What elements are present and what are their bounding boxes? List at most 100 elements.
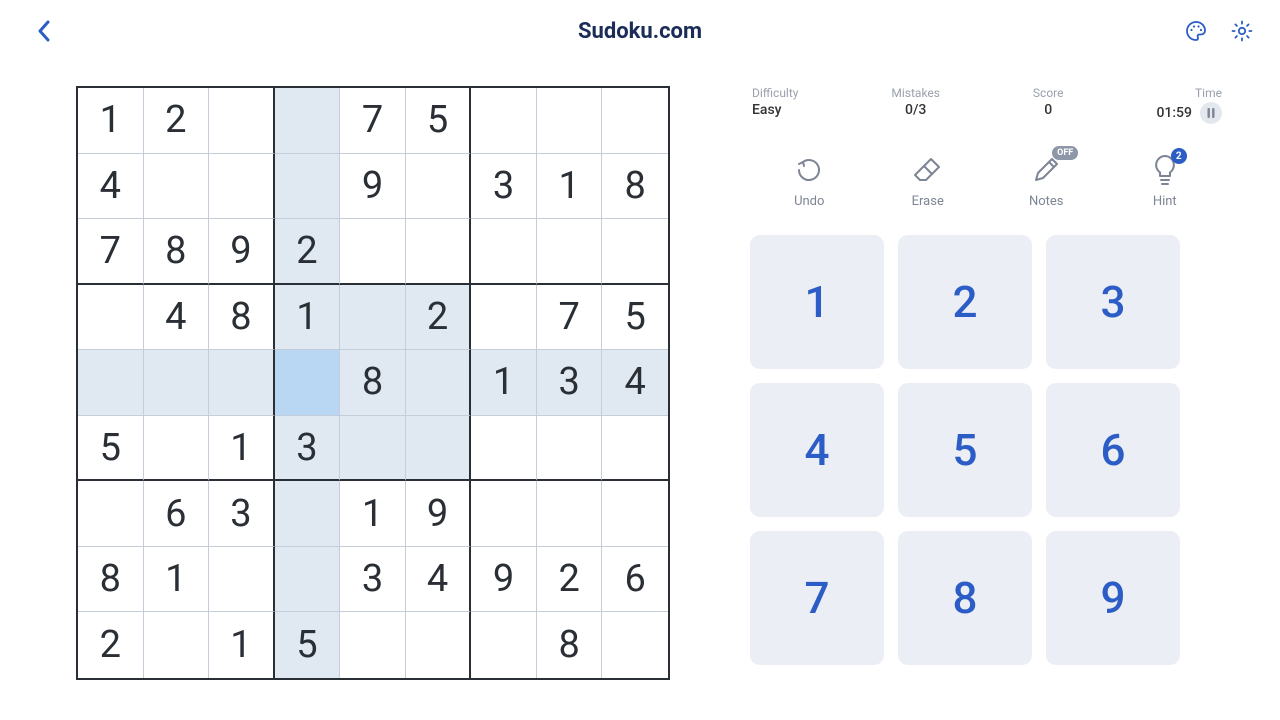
numpad-key-3[interactable]: 3 xyxy=(1046,235,1180,369)
erase-button[interactable]: Erase xyxy=(888,152,968,209)
sudoku-cell[interactable] xyxy=(602,88,668,154)
sudoku-cell[interactable]: 1 xyxy=(209,612,275,678)
sudoku-cell[interactable]: 5 xyxy=(78,416,144,482)
sudoku-cell[interactable]: 5 xyxy=(602,285,668,351)
sudoku-cell[interactable]: 9 xyxy=(406,481,472,547)
sudoku-cell[interactable]: 7 xyxy=(537,285,603,351)
sudoku-cell[interactable] xyxy=(209,547,275,613)
sudoku-cell[interactable] xyxy=(275,547,341,613)
sudoku-cell[interactable] xyxy=(406,612,472,678)
sudoku-cell[interactable]: 4 xyxy=(78,154,144,220)
sudoku-cell[interactable] xyxy=(340,285,406,351)
notes-button[interactable]: OFF Notes xyxy=(1006,152,1086,209)
sudoku-cell[interactable] xyxy=(275,88,341,154)
sudoku-cell[interactable]: 2 xyxy=(144,88,210,154)
sudoku-cell[interactable]: 8 xyxy=(144,219,210,285)
sudoku-cell[interactable] xyxy=(209,154,275,220)
sudoku-cell[interactable]: 3 xyxy=(471,154,537,220)
stat-score: Score 0 xyxy=(1033,86,1064,118)
numpad-key-4[interactable]: 4 xyxy=(750,383,884,517)
sudoku-cell[interactable]: 1 xyxy=(275,285,341,351)
numpad-key-8[interactable]: 8 xyxy=(898,531,1032,665)
hint-button[interactable]: 2 Hint xyxy=(1125,152,1205,209)
sudoku-cell[interactable] xyxy=(471,416,537,482)
sudoku-cell[interactable]: 8 xyxy=(340,350,406,416)
sudoku-cell[interactable]: 1 xyxy=(209,416,275,482)
numpad-key-6[interactable]: 6 xyxy=(1046,383,1180,517)
sudoku-cell[interactable] xyxy=(275,350,341,416)
sudoku-cell[interactable]: 9 xyxy=(340,154,406,220)
sudoku-cell[interactable] xyxy=(471,285,537,351)
sudoku-cell[interactable] xyxy=(144,612,210,678)
sudoku-cell[interactable]: 5 xyxy=(275,612,341,678)
sudoku-cell[interactable] xyxy=(406,350,472,416)
sudoku-cell[interactable] xyxy=(78,481,144,547)
sudoku-cell[interactable]: 2 xyxy=(275,219,341,285)
sudoku-cell[interactable] xyxy=(275,154,341,220)
sudoku-cell[interactable] xyxy=(602,219,668,285)
sudoku-cell[interactable]: 1 xyxy=(537,154,603,220)
sudoku-cell[interactable]: 4 xyxy=(144,285,210,351)
sudoku-cell[interactable] xyxy=(471,481,537,547)
sudoku-cell[interactable] xyxy=(602,481,668,547)
sudoku-cell[interactable] xyxy=(340,416,406,482)
sudoku-cell[interactable] xyxy=(471,612,537,678)
sudoku-cell[interactable] xyxy=(406,219,472,285)
sudoku-cell[interactable]: 3 xyxy=(209,481,275,547)
sudoku-cell[interactable] xyxy=(537,481,603,547)
sudoku-cell[interactable]: 8 xyxy=(537,612,603,678)
sudoku-cell[interactable] xyxy=(275,481,341,547)
sudoku-cell[interactable]: 2 xyxy=(406,285,472,351)
sudoku-cell[interactable]: 8 xyxy=(209,285,275,351)
pause-button[interactable] xyxy=(1200,102,1222,124)
sudoku-cell[interactable]: 4 xyxy=(406,547,472,613)
sudoku-cell[interactable]: 9 xyxy=(209,219,275,285)
sudoku-cell[interactable] xyxy=(209,350,275,416)
numpad-key-2[interactable]: 2 xyxy=(898,235,1032,369)
sudoku-cell[interactable] xyxy=(78,285,144,351)
sudoku-cell[interactable] xyxy=(406,154,472,220)
sudoku-cell[interactable]: 3 xyxy=(340,547,406,613)
undo-button[interactable]: Undo xyxy=(769,152,849,209)
sudoku-cell[interactable]: 1 xyxy=(340,481,406,547)
sudoku-cell[interactable] xyxy=(78,350,144,416)
sudoku-cell[interactable] xyxy=(340,219,406,285)
sudoku-cell[interactable]: 3 xyxy=(537,350,603,416)
sudoku-cell[interactable]: 6 xyxy=(144,481,210,547)
sudoku-cell[interactable] xyxy=(602,416,668,482)
sudoku-cell[interactable] xyxy=(340,612,406,678)
sudoku-cell[interactable]: 2 xyxy=(78,612,144,678)
sudoku-cell[interactable]: 1 xyxy=(144,547,210,613)
sudoku-cell[interactable]: 5 xyxy=(406,88,472,154)
sudoku-cell[interactable]: 6 xyxy=(602,547,668,613)
sudoku-cell[interactable] xyxy=(537,219,603,285)
numpad-key-1[interactable]: 1 xyxy=(750,235,884,369)
sudoku-cell[interactable]: 2 xyxy=(537,547,603,613)
sudoku-cell[interactable]: 1 xyxy=(471,350,537,416)
sudoku-cell[interactable] xyxy=(537,88,603,154)
sudoku-cell[interactable] xyxy=(144,154,210,220)
sudoku-cell[interactable]: 3 xyxy=(275,416,341,482)
sudoku-cell[interactable]: 7 xyxy=(340,88,406,154)
numpad-key-7[interactable]: 7 xyxy=(750,531,884,665)
sudoku-cell[interactable]: 7 xyxy=(78,219,144,285)
sudoku-cell[interactable]: 1 xyxy=(78,88,144,154)
sudoku-cell[interactable] xyxy=(144,350,210,416)
sudoku-cell[interactable] xyxy=(209,88,275,154)
sudoku-cell[interactable] xyxy=(537,416,603,482)
numpad-key-9[interactable]: 9 xyxy=(1046,531,1180,665)
sudoku-cell[interactable]: 8 xyxy=(602,154,668,220)
theme-button[interactable] xyxy=(1182,17,1210,45)
sudoku-cell[interactable]: 4 xyxy=(602,350,668,416)
back-button[interactable] xyxy=(28,15,60,47)
sudoku-cell[interactable]: 9 xyxy=(471,547,537,613)
sudoku-cell[interactable] xyxy=(602,612,668,678)
sudoku-cell[interactable] xyxy=(406,416,472,482)
sudoku-cell[interactable] xyxy=(144,416,210,482)
header: Sudoku.com xyxy=(0,0,1280,62)
settings-button[interactable] xyxy=(1228,17,1256,45)
numpad-key-5[interactable]: 5 xyxy=(898,383,1032,517)
sudoku-cell[interactable] xyxy=(471,88,537,154)
sudoku-cell[interactable]: 8 xyxy=(78,547,144,613)
sudoku-cell[interactable] xyxy=(471,219,537,285)
